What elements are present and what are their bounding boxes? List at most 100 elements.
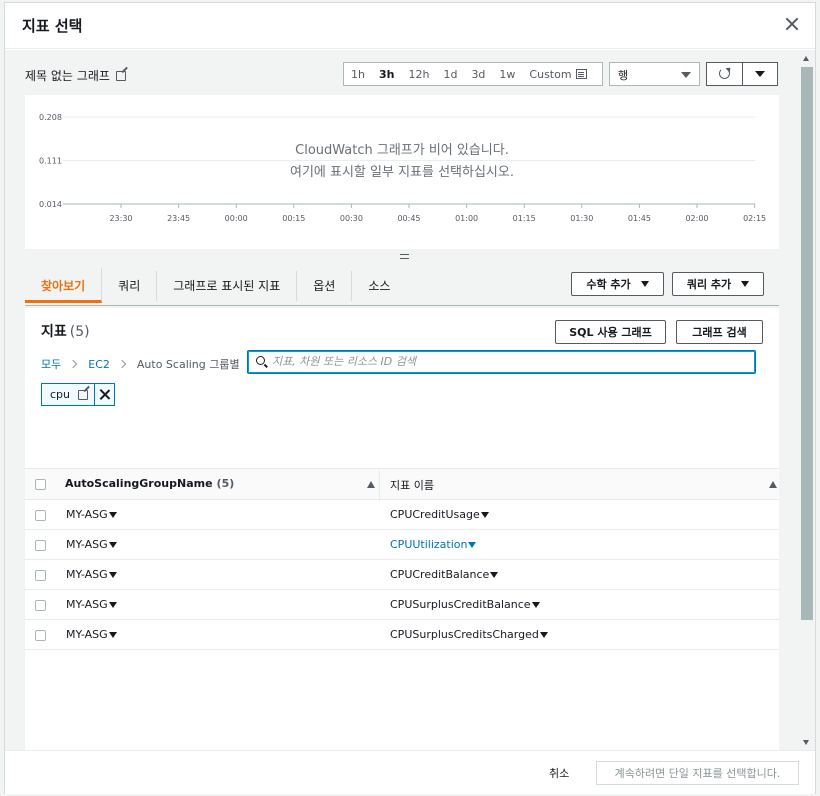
- row-checkbox[interactable]: [35, 510, 46, 521]
- token-edit[interactable]: [76, 384, 94, 405]
- caret-down-icon[interactable]: [108, 541, 117, 548]
- range-custom[interactable]: Custom: [522, 68, 593, 81]
- table-row[interactable]: MY-ASG CPUSurplusCreditBalance: [25, 590, 779, 620]
- caret-down-icon[interactable]: [531, 601, 540, 608]
- metric-cell[interactable]: CPUSurplusCreditsCharged: [390, 628, 548, 641]
- calendar-icon: [575, 68, 587, 79]
- refresh-group: [706, 62, 778, 86]
- table-row[interactable]: MY-ASG CPUSurplusCreditsCharged: [25, 620, 779, 650]
- continue-button[interactable]: 계속하려면 단일 지표를 선택합니다.: [596, 761, 799, 785]
- sort-ascending-icon[interactable]: [769, 481, 777, 488]
- table-row[interactable]: MY-ASG CPUUtilization: [25, 530, 779, 560]
- metric-cell[interactable]: CPUCreditUsage: [390, 508, 489, 521]
- metric-cell[interactable]: CPUSurplusCreditBalance: [390, 598, 540, 611]
- range-1d[interactable]: 1d: [436, 68, 464, 81]
- edit-icon[interactable]: [115, 71, 126, 81]
- tab-query[interactable]: 쿼리: [102, 271, 158, 301]
- metric-name: CPUCreditBalance: [390, 568, 490, 581]
- x-tick-label: 00:15: [282, 214, 305, 223]
- x-tick-label: 00:30: [340, 214, 363, 223]
- breadcrumb-ec2[interactable]: EC2: [88, 358, 110, 371]
- modal-header: 지표 선택: [5, 3, 815, 49]
- group-cell[interactable]: MY-ASG: [66, 628, 117, 641]
- refresh-icon[interactable]: [707, 63, 743, 85]
- resize-handle[interactable]: [400, 254, 409, 259]
- x-tick-label: 23:45: [167, 214, 190, 223]
- close-icon[interactable]: [783, 15, 801, 33]
- add-query-label: 쿼리 추가: [686, 278, 732, 291]
- group-cell[interactable]: MY-ASG: [66, 508, 117, 521]
- sql-graph-button[interactable]: SQL 사용 그래프: [555, 320, 666, 344]
- breadcrumb-all[interactable]: 모두: [41, 356, 61, 372]
- caret-down-icon: [640, 281, 649, 287]
- add-math-label: 수학 추가: [586, 278, 631, 291]
- x-tick-label: 23:30: [109, 214, 132, 223]
- table-row[interactable]: MY-ASG CPUCreditBalance: [25, 560, 779, 590]
- close-icon[interactable]: [94, 384, 114, 405]
- caret-down-icon[interactable]: [108, 571, 117, 578]
- tab-options[interactable]: 옵션: [297, 271, 353, 301]
- refresh-options-button[interactable]: [743, 63, 777, 85]
- metric-cell[interactable]: CPUCreditBalance: [390, 568, 499, 581]
- row-checkbox[interactable]: [35, 630, 46, 641]
- table-row[interactable]: MY-ASG CPUCreditUsage: [25, 500, 779, 530]
- range-3d[interactable]: 3d: [464, 68, 492, 81]
- metrics-title: 지표 (5): [41, 321, 90, 341]
- search-token: cpu: [41, 383, 116, 406]
- scrollbar[interactable]: [799, 50, 815, 750]
- caret-down-icon[interactable]: [108, 631, 117, 638]
- y-tick-label: 0.208: [39, 113, 62, 122]
- search-input[interactable]: [272, 353, 742, 370]
- caret-down-icon[interactable]: [490, 571, 499, 578]
- scroll-down-arrow-icon[interactable]: [803, 740, 809, 745]
- row-checkbox[interactable]: [35, 570, 46, 581]
- chart-panel: 0.208 0.111 0.014 23:30 23:45 00:00 00:15 00:30…: [25, 95, 779, 249]
- metric-name: CPUCreditUsage: [390, 508, 480, 521]
- x-tick-label: 00:00: [225, 214, 248, 223]
- range-1w[interactable]: 1w: [492, 68, 522, 81]
- sort-ascending-icon[interactable]: [367, 481, 375, 488]
- cancel-button[interactable]: 취소: [549, 765, 569, 781]
- select-all-checkbox[interactable]: [35, 479, 46, 490]
- caret-down-icon[interactable]: [108, 511, 117, 518]
- group-name: MY-ASG: [66, 598, 108, 611]
- metric-cell[interactable]: CPUUtilization: [390, 538, 477, 551]
- add-query-button[interactable]: 쿼리 추가: [672, 272, 764, 296]
- x-tick-label: 01:45: [628, 214, 651, 223]
- row-checkbox[interactable]: [35, 540, 46, 551]
- graph-title[interactable]: 제목 없는 그래프: [25, 67, 126, 84]
- column-header-group[interactable]: AutoScalingGroupName (5): [65, 477, 234, 490]
- scrollbar-thumb[interactable]: [801, 67, 813, 620]
- x-tick-label: 02:00: [685, 214, 708, 223]
- caret-down-icon[interactable]: [480, 511, 489, 518]
- group-name: MY-ASG: [66, 538, 108, 551]
- caret-down-icon[interactable]: [108, 601, 117, 608]
- group-name: MY-ASG: [66, 568, 108, 581]
- range-1h[interactable]: 1h: [344, 68, 372, 81]
- group-cell[interactable]: MY-ASG: [66, 568, 117, 581]
- tab-browse[interactable]: 찾아보기: [25, 268, 103, 303]
- tab-divider: [25, 305, 779, 306]
- chevron-right-icon: [117, 359, 127, 369]
- edit-icon: [78, 390, 89, 400]
- select-metric-modal: 지표 선택 제목 없는 그래프 1h 3h 12h 1d 3d 1w Custo…: [4, 2, 816, 794]
- group-cell[interactable]: MY-ASG: [66, 598, 117, 611]
- metrics-count: (5): [69, 324, 90, 340]
- x-tick-label: 00:45: [397, 214, 420, 223]
- row-checkbox[interactable]: [35, 600, 46, 611]
- caret-down-icon: [741, 281, 750, 287]
- group-cell[interactable]: MY-ASG: [66, 538, 117, 551]
- caret-down-icon[interactable]: [468, 541, 477, 548]
- range-12h[interactable]: 12h: [401, 68, 436, 81]
- tab-graphed-metrics[interactable]: 그래프로 표시된 지표: [157, 271, 298, 301]
- add-math-button[interactable]: 수학 추가: [571, 272, 664, 296]
- tab-source[interactable]: 소스: [352, 271, 406, 301]
- view-select[interactable]: 행: [609, 62, 700, 86]
- range-3h[interactable]: 3h: [372, 68, 402, 81]
- graph-search-button[interactable]: 그래프 검색: [676, 320, 763, 344]
- caret-down-icon[interactable]: [539, 631, 548, 638]
- column-header-metric[interactable]: 지표 이름: [390, 477, 434, 493]
- scroll-up-arrow-icon[interactable]: [803, 56, 809, 61]
- metric-name: CPUUtilization: [390, 538, 468, 551]
- group-name: MY-ASG: [66, 628, 108, 641]
